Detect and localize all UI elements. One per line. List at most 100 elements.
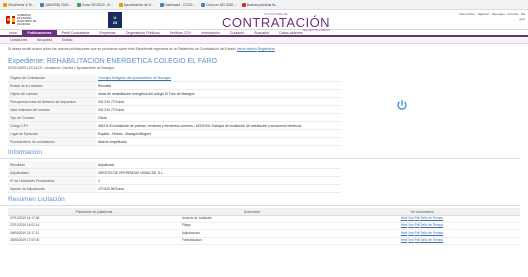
bookmark-label: Dashboard - CCDO... [164,2,196,7]
document-link[interactable]: Html [401,238,408,242]
detail-value: 170.020,98 Euros [96,184,340,193]
sub-nav: Licitaciones Búsqueda Estado [0,37,528,44]
document-type: Formalización [179,237,325,245]
bookmark-label: Curso DEI 6020 - El... [81,2,113,7]
detail-row: Resultado Adjudicado [8,161,340,169]
nav-item[interactable]: Organismos Públicos [121,30,165,35]
detail-label: Lugar de Ejecución [8,129,96,138]
detail-label: Estado de la Licitación [8,81,96,90]
nav-item[interactable]: Inicio [4,30,22,35]
detail-label: Presupuesto base de licitación sin impue… [8,97,96,106]
document-links: Html Xml Pdf Sello de Tiempo [324,237,520,245]
document-link[interactable]: Pdf [415,231,420,235]
document-link[interactable]: Xml [408,238,414,242]
bookmark-label: Buenas prácticas fis... [246,2,278,7]
bookmark-item[interactable]: Curso en DEI 6020... [201,2,236,7]
table-row: 27/01/2019 14:17:06 Anuncio de Licitación… [8,215,520,224]
detail-label: Órgano de Contratación [8,74,96,82]
table-header-row: Publicación en plataforma Documento Ver do… [8,208,520,216]
detail-value: obras de rehabilitación energética del c… [96,89,340,98]
top-links-secondary[interactable]: gest [519,17,525,21]
document-link[interactable]: Html [401,231,408,235]
document-link[interactable]: Xml [408,216,414,220]
informacion-table: Resultado Adjudicado Adjudicatario VIENTOS … [8,161,340,193]
subnav-item[interactable]: Estado [62,38,72,42]
publication-date: 27/01/2019 14:02:14 [8,222,180,231]
bookmark-item[interactable]: Curso DEI 6020 - El... [76,2,113,7]
bookmark-label: Curso en DEI 6020... [206,2,236,7]
bookmark-favicon-icon [118,2,123,7]
document-link[interactable]: Pdf [415,238,420,242]
nav-item[interactable]: Información [196,30,225,35]
nav-item[interactable]: Perfil Contratante [57,30,95,35]
document-link[interactable]: Sello de Tiempo [420,216,443,220]
bookmark-item[interactable]: (MADRID) 2018... [40,2,71,7]
document-link[interactable]: Html [401,223,408,228]
detail-row: Código CPV 45421100-Instalación de puerta… [8,121,340,130]
detail-value: Resuelta [96,81,340,90]
top-links[interactable]: Memoriales · Tag/Alert · Mensajes · Noti… [459,12,525,16]
detail-row: Nº de Licitadores Presentados 4 [8,176,340,185]
detail-row: Adjudicatario VIENTOS DE OFERENDAS VENACS… [8,168,340,177]
detail-value: Adjudicado [96,161,340,169]
document-link[interactable]: Xml [408,223,414,228]
bookmark-favicon-icon [159,2,164,7]
breadcrumb: ENTIDADES LOCALES > Andalucía > Huelva >… [8,66,115,70]
document-link[interactable]: Pdf [415,223,420,228]
detail-value-link[interactable]: Concejal Delegado del Ayuntamiento de Ma… [98,76,171,80]
resumen-table: Publicación en plataforma Documento Ver do… [8,208,520,245]
detail-value: 45421100-Instalación de puertas, ventana… [96,121,340,130]
document-links: Html Xml Pdf Sello de Tiempo [324,222,520,231]
bookmark-item[interactable]: Dashboard - CCDO... [159,2,196,7]
document-link[interactable]: Pdf [415,216,420,220]
document-link[interactable]: Xml [408,231,414,235]
detail-label: Valor estimado del contrato [8,105,96,114]
detail-label: Resultado [8,161,96,169]
nav-item[interactable]: Verificar CSV [165,30,196,35]
detail-row: Órgano de Contratación Concejal Delegado … [8,74,340,82]
government-logo[interactable]: GOBIERNO DE ESPAÑA MINISTERIO DE HACIEND… [6,13,46,27]
detail-value: 201.230,72 Euros [96,97,340,106]
detail-label: Procedimiento de contratación [8,137,96,146]
bookmark-item[interactable]: Ayuntamiento de N... [118,2,154,7]
detail-row: Presupuesto base de licitación sin impue… [8,97,340,106]
bookmark-favicon-icon [76,2,81,7]
document-type: Pliego [179,222,325,231]
bookmark-item[interactable]: IVA Anterior & Te... [3,2,34,7]
column-header: Publicación en plataforma [8,208,180,216]
bookmarks-bar: IVA Anterior & Te... (MADRID) 2018... Curs… [0,0,528,10]
nav-item[interactable]: Empresas [95,30,121,35]
register-link[interactable]: Registrarse [258,47,275,51]
detail-value: 4 [96,176,340,185]
subnav-item[interactable]: Búsqueda [37,38,52,42]
bookmark-item[interactable]: Buenas prácticas fis... [241,2,278,7]
detail-label: Tipo de Contrato [8,113,96,122]
platform-logo[interactable]: PLATAFORMA DE CONTRATACIÓN DEL SECTOR PÚ… [222,13,330,32]
detail-row: Objeto del contrato obras de rehabilitaci… [8,89,340,98]
table-row: 27/01/2019 14:02:14 Pliego Html Xml Pdf Se… [8,222,520,231]
power-icon[interactable] [396,99,408,111]
login-link[interactable]: Iniciar sesión [237,47,257,51]
document-link[interactable]: Html [401,216,408,220]
nav-item[interactable]: Publicaciones [22,30,57,35]
coat-of-arms-icon [6,16,11,24]
document-link[interactable]: Sello de Tiempo [420,223,443,228]
expediente-details-table: Órgano de Contratación Concejal Delegado … [8,74,340,146]
detail-value: 201.230,72 Euros [96,105,340,114]
bookmark-favicon-icon [40,2,45,7]
detail-value: Abierto simplificado [96,137,340,146]
document-link[interactable]: Sello de Tiempo [420,231,443,235]
bookmark-label: Ayuntamiento de N... [123,2,154,7]
table-row: 26/06/2019 17:00:00 Formalización Html Xml… [8,237,520,245]
bookmark-label: (MADRID) 2018... [45,2,71,7]
publication-date: 26/06/2019 17:00:00 [8,237,180,245]
subnav-item[interactable]: Licitaciones [10,38,27,42]
detail-value: Obras [96,113,340,122]
detail-label: Código CPV [8,121,96,130]
detail-label: Adjudicatario [8,168,96,177]
publication-date: 16/05/2019 21:17:11 [8,229,180,238]
column-header: Ver documentos [324,208,520,216]
document-link[interactable]: Sello de Tiempo [420,238,443,242]
detail-row: Tipo de Contrato Obras [8,113,340,122]
detail-label: Nº de Licitadores Presentados [8,176,96,185]
